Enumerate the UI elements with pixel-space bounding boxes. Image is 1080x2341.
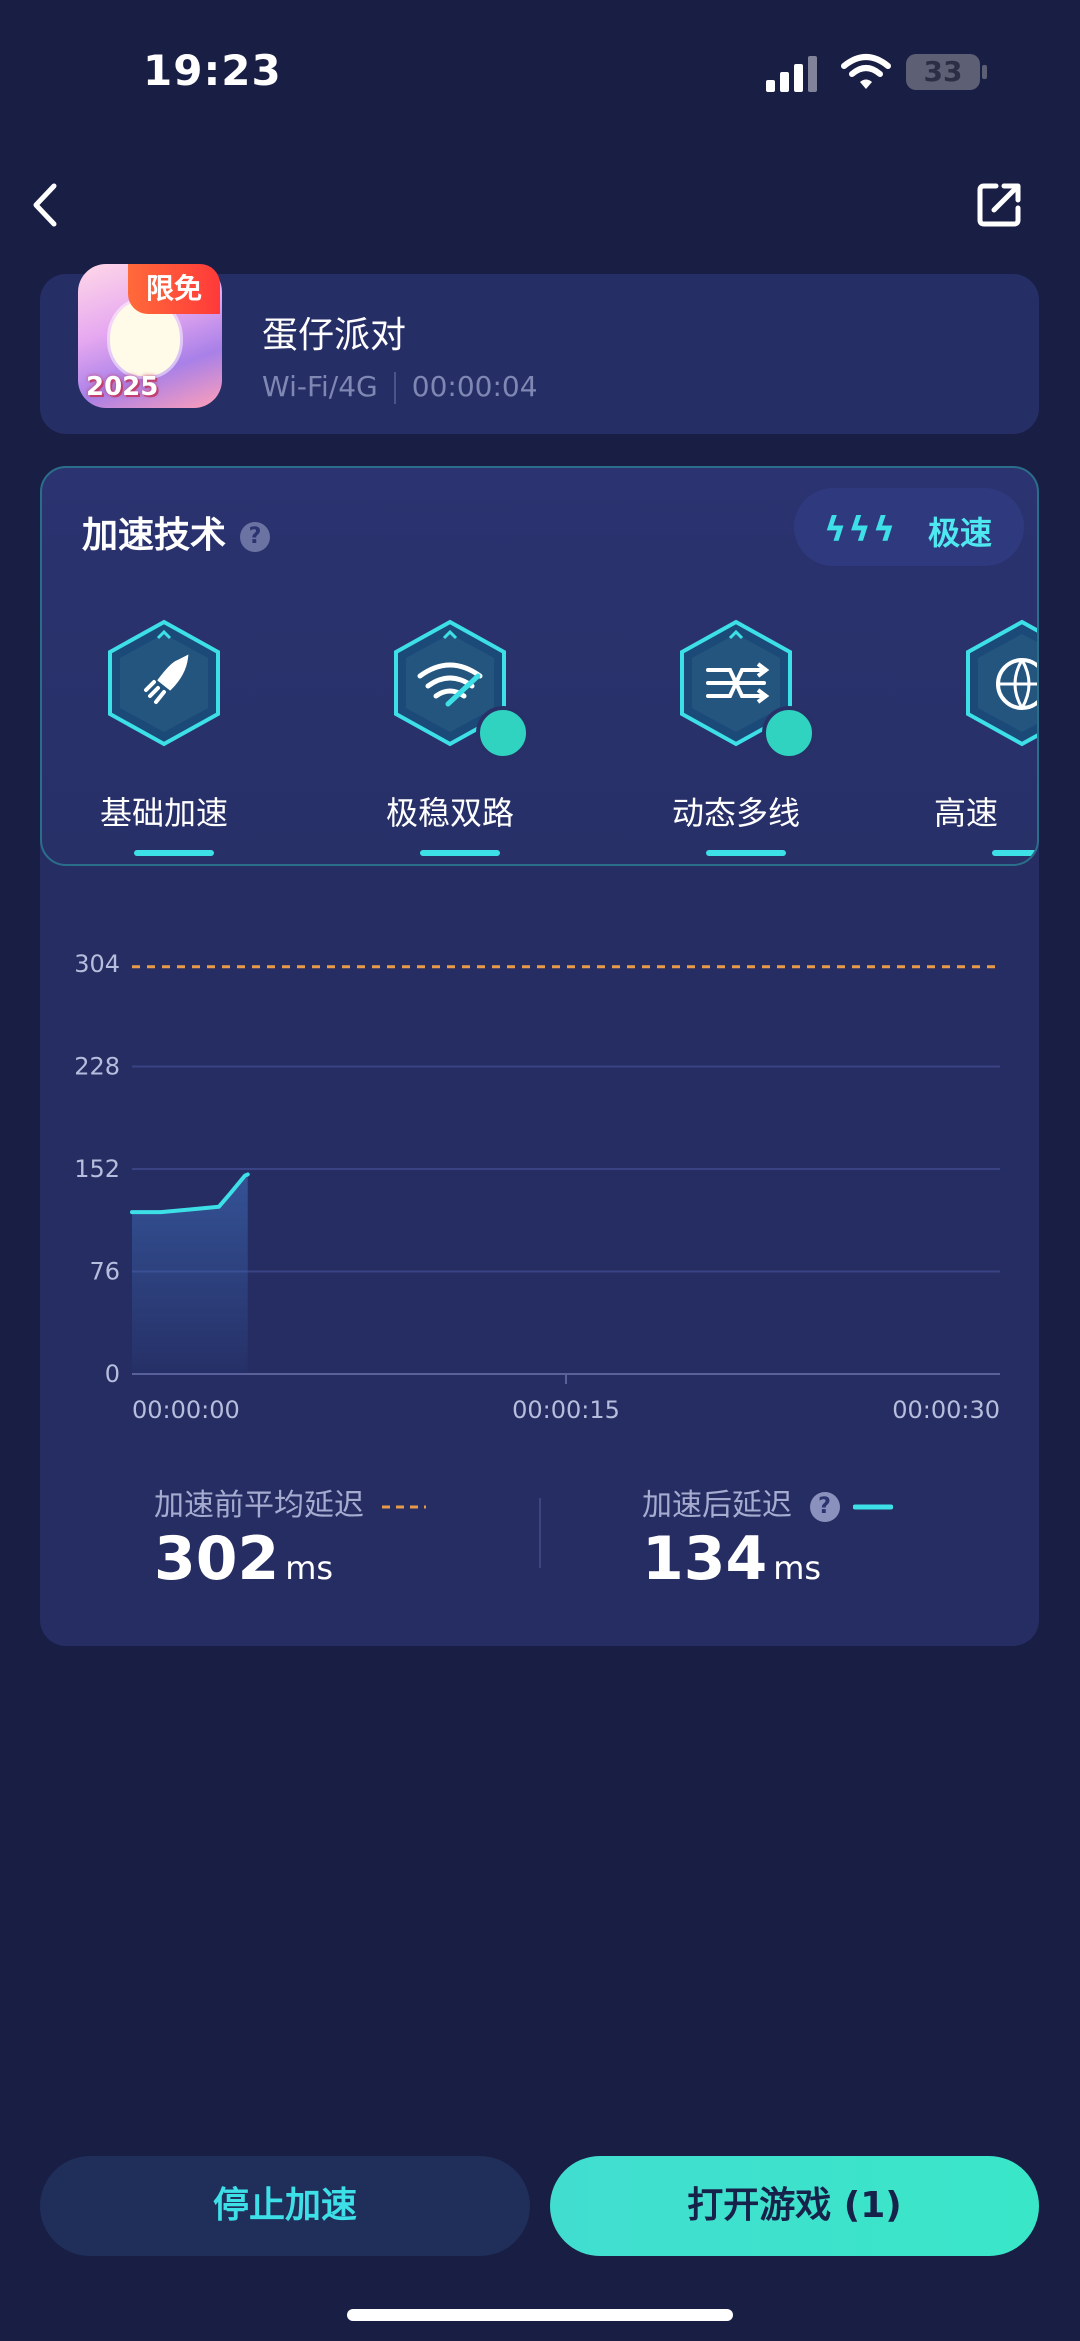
tech-item-indicator: [706, 850, 786, 856]
tech-item-dual[interactable]: 极稳双路: [352, 618, 552, 858]
help-icon[interactable]: ?: [240, 522, 271, 552]
game-meta: Wi-Fi/4G 00:00:04: [262, 370, 538, 404]
tech-item-label: 极稳双路: [385, 794, 514, 832]
cellular-signal-icon: [766, 56, 822, 92]
tech-item-basic[interactable]: 基础加速: [66, 618, 266, 858]
tech-item-label: 基础加速: [99, 794, 228, 832]
y-tick-label: 228: [74, 1053, 120, 1081]
after-latency-label-text: 加速后延迟: [642, 1488, 792, 1523]
back-icon[interactable]: [26, 180, 66, 230]
tech-item-indicator: [134, 850, 214, 856]
dashed-legend-icon: [381, 1505, 426, 1508]
x-tick-label: 00:00:30: [892, 1396, 1000, 1424]
after-latency-number: 134: [642, 1524, 768, 1594]
speed-mode-pill[interactable]: ϟϟϟ 极速: [794, 488, 1024, 566]
before-latency-unit: ms: [285, 1549, 334, 1587]
after-latency-label: 加速后延迟 ?: [642, 1480, 894, 1524]
game-icon-year: 2025: [86, 372, 159, 402]
game-card: 2025 限免 蛋仔派对 Wi-Fi/4G 00:00:04: [40, 264, 1039, 434]
before-latency-label-text: 加速前平均延迟: [154, 1488, 364, 1523]
diamond-icon: [762, 706, 816, 760]
solid-legend-icon: [852, 1504, 894, 1509]
stats-divider: [539, 1498, 541, 1568]
tech-item-highspeed[interactable]: 高速: [924, 618, 1037, 858]
status-time: 19:23: [143, 46, 282, 95]
before-latency-number: 302: [154, 1524, 280, 1594]
tech-title: 加速技术?: [82, 506, 271, 558]
latency-chart-svg: 304 228 152 76 0 00:00:00 00:00:15 00:00:30: [74, 950, 1000, 1424]
open-game-button[interactable]: 打开游戏 (1): [550, 2156, 1039, 2256]
diamond-icon: [476, 706, 530, 760]
free-badge: 限免: [128, 264, 220, 314]
tech-item-label: 动态多线: [671, 794, 800, 832]
rocket-icon: [108, 619, 220, 747]
tech-item-indicator: [992, 850, 1037, 856]
battery-tip: [982, 65, 987, 79]
tech-item-label: 高速: [934, 794, 999, 832]
y-tick-label: 304: [74, 950, 120, 978]
tech-title-text: 加速技术: [82, 515, 227, 556]
tech-panel: 加速技术? ϟϟϟ 极速 基础加速 极稳双路 动态多线 高速: [40, 466, 1039, 866]
latency-chart: 304 228 152 76 0 00:00:00 00:00:15 00:00:30: [40, 900, 1039, 1440]
status-bar: 19:23 33: [0, 0, 1080, 140]
latency-series-area: [132, 1174, 248, 1374]
after-latency-value: 134 ms: [642, 1524, 821, 1594]
globe-icon: [966, 619, 1037, 747]
elapsed-time: 00:00:04: [411, 370, 538, 403]
x-tick-label: 00:00:15: [512, 1396, 620, 1424]
wifi-icon: [841, 54, 891, 89]
home-indicator[interactable]: [347, 2309, 733, 2321]
after-latency-unit: ms: [773, 1549, 822, 1587]
game-name: 蛋仔派对: [262, 315, 407, 356]
tech-item-multiline[interactable]: 动态多线: [638, 618, 838, 858]
y-tick-label: 152: [74, 1155, 120, 1183]
help-icon[interactable]: ?: [809, 1491, 840, 1522]
lightning-icon: ϟϟϟ: [824, 510, 898, 550]
battery-icon: 33: [906, 54, 980, 90]
before-latency-label: 加速前平均延迟: [154, 1480, 426, 1524]
top-bar: [0, 170, 1080, 240]
stop-acceleration-button[interactable]: 停止加速: [40, 2156, 530, 2256]
tech-item-indicator: [420, 850, 500, 856]
x-tick-label: 00:00:00: [132, 1396, 240, 1424]
y-tick-label: 0: [105, 1360, 120, 1388]
before-latency-value: 302 ms: [154, 1524, 333, 1594]
y-tick-label: 76: [89, 1258, 120, 1286]
share-icon[interactable]: [974, 178, 1026, 230]
network-type: Wi-Fi/4G: [262, 370, 378, 403]
latency-stats: 加速前平均延迟 302 ms 加速后延迟 ? 134 ms: [40, 1470, 1039, 1594]
meta-divider: [393, 372, 396, 404]
speed-mode-label: 极速: [928, 514, 993, 552]
